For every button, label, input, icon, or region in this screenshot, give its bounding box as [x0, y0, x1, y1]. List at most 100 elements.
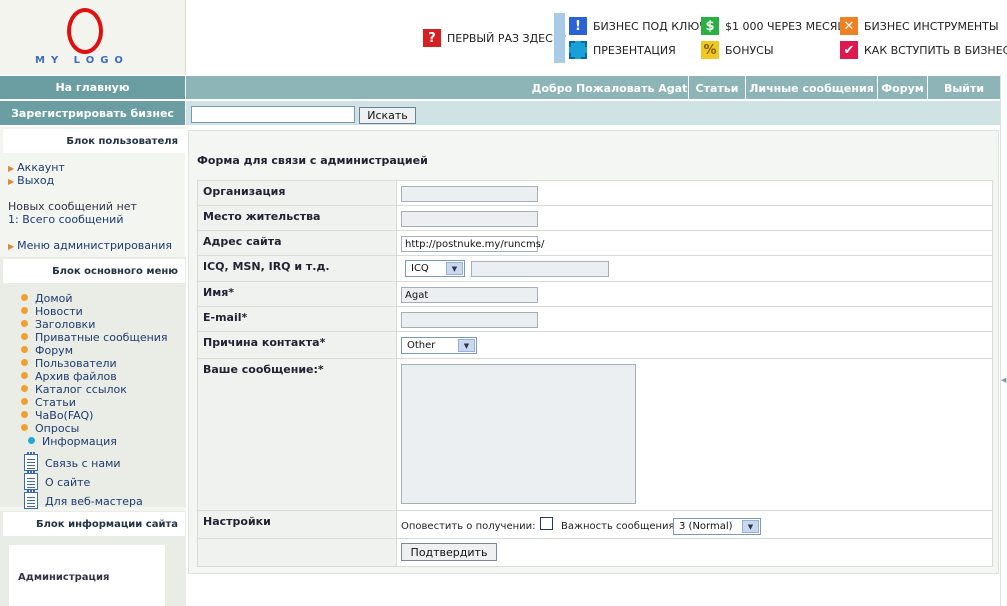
- submenu-contact[interactable]: Связь с нами: [24, 452, 121, 471]
- total-messages-link[interactable]: 1: Всего сообщений: [8, 213, 123, 226]
- email-field[interactable]: [401, 312, 538, 328]
- logout-label: Выход: [17, 174, 55, 187]
- bullet-icon: [21, 333, 28, 340]
- settings-cell: Оповестить о получении: Важность сообщен…: [398, 511, 992, 538]
- bullet-icon: [21, 411, 28, 418]
- admin-label: Администрация: [18, 572, 110, 583]
- register-business-link[interactable]: Зарегистрировать бизнес: [0, 101, 186, 125]
- site-header: MY LOGO ? ПЕРВЫЙ РАЗ ЗДЕСЬ? ! БИЗНЕС ПОД…: [0, 0, 1007, 75]
- name-input[interactable]: Agat: [401, 287, 538, 303]
- nav-forum[interactable]: Форум: [877, 76, 927, 101]
- reason-cell: Other ▼: [398, 332, 992, 358]
- header-link-tools[interactable]: ✕ БИЗНЕС ИНСТРУМЕНТЫ: [840, 17, 999, 35]
- menu-item-label: Пользователи: [35, 357, 117, 370]
- menu-item-info[interactable]: Информация: [28, 435, 117, 448]
- exclamation-icon: !: [569, 17, 587, 35]
- priority-label: Важность сообщения: [561, 521, 675, 532]
- header-link-label: ПРЕЗЕНТАЦИЯ: [593, 43, 676, 57]
- bullet-icon: [21, 294, 28, 301]
- form-row-website: Адрес сайта http://postnuke.my/runcms/: [198, 231, 992, 256]
- header-link-turnkey[interactable]: ! БИЗНЕС ПОД КЛЮЧ: [569, 17, 707, 35]
- account-link[interactable]: ▶ Аккаунт: [8, 161, 65, 174]
- form-row-im: ICQ, MSN, IRQ и т.д. ICQ ▼: [198, 256, 992, 282]
- submit-cell: Подтвердить: [398, 539, 992, 566]
- logo[interactable]: MY LOGO: [0, 0, 186, 75]
- priority-select[interactable]: 3 (Normal) ▼: [673, 518, 761, 535]
- im-cell: ICQ ▼: [398, 256, 992, 281]
- first-time-label: ПЕРВЫЙ РАЗ ЗДЕСЬ?: [447, 31, 567, 45]
- menu-item-links[interactable]: Каталог ссылок: [21, 383, 127, 396]
- website-input[interactable]: http://postnuke.my/runcms/: [401, 236, 544, 252]
- reason-select[interactable]: Other ▼: [401, 337, 477, 354]
- im-input[interactable]: [471, 261, 609, 277]
- message-label: Ваше сообщение:*: [198, 359, 397, 510]
- document-icon: [24, 452, 38, 471]
- bullet-icon: [21, 424, 28, 431]
- bullet-icon: [28, 437, 35, 444]
- header-link-label: $1 000 ЧЕРЕЗ МЕСЯЦ: [725, 19, 846, 33]
- admin-card: Администрация: [9, 545, 165, 606]
- bullet-icon: [21, 372, 28, 379]
- menu-item-downloads[interactable]: Архив файлов: [21, 370, 117, 383]
- message-cell: [398, 359, 992, 510]
- account-label: Аккаунт: [17, 161, 65, 174]
- menu-item-label: Архив файлов: [35, 370, 117, 383]
- site-info-title: Блок информации сайта: [3, 512, 185, 536]
- submit-button[interactable]: Подтвердить: [401, 543, 497, 561]
- arrow-icon: ▶: [8, 242, 15, 251]
- chevron-down-icon: ▼: [458, 339, 475, 352]
- first-time-link[interactable]: ? ПЕРВЫЙ РАЗ ЗДЕСЬ?: [423, 29, 566, 47]
- organization-input[interactable]: [401, 186, 538, 202]
- search-input[interactable]: [191, 106, 355, 123]
- nav-home[interactable]: На главную: [0, 76, 186, 99]
- header-link-presentation[interactable]: ПРЕЗЕНТАЦИЯ: [569, 41, 676, 59]
- menu-item-forum[interactable]: Форум: [21, 344, 73, 357]
- menu-item-label: Новости: [35, 305, 83, 318]
- bullet-icon: [21, 346, 28, 353]
- menu-item-home[interactable]: Домой: [21, 292, 73, 305]
- nav-articles[interactable]: Статьи: [688, 76, 745, 101]
- contact-form-panel: Форма для связи с администрацией Организ…: [188, 130, 999, 574]
- name-label: Имя*: [198, 282, 397, 306]
- admin-menu-link[interactable]: ▶ Меню администрирования: [8, 239, 172, 252]
- nav-logout[interactable]: Выйти: [927, 76, 1000, 101]
- notify-checkbox[interactable]: [540, 517, 553, 530]
- form-row-residence: Место жительства: [198, 206, 992, 231]
- question-icon: ?: [423, 29, 441, 47]
- priority-value: 3 (Normal): [679, 521, 733, 532]
- menu-item-faq[interactable]: ЧаВо(FAQ): [21, 409, 93, 422]
- menu-item-users[interactable]: Пользователи: [21, 357, 117, 370]
- header-link-join[interactable]: ✔ КАК ВСТУПИТЬ В БИЗНЕС: [840, 41, 1007, 59]
- menu-item-articles[interactable]: Статьи: [21, 396, 76, 409]
- dollar-icon: $: [701, 17, 719, 35]
- arrow-icon: ▶: [8, 164, 15, 173]
- header-link-label: КАК ВСТУПИТЬ В БИЗНЕС: [864, 43, 1007, 57]
- scroll-arrow-icon[interactable]: ◀: [1001, 376, 1006, 384]
- form-title: Форма для связи с администрацией: [197, 154, 428, 167]
- reason-value: Other: [407, 340, 436, 351]
- submenu-about[interactable]: О сайте: [24, 471, 90, 490]
- menu-item-private-messages[interactable]: Приватные сообщения: [21, 331, 168, 344]
- search-button[interactable]: Искать: [359, 107, 416, 124]
- film-icon: [569, 41, 587, 59]
- logout-link[interactable]: ▶ Выход: [8, 174, 54, 187]
- header-link-bonus[interactable]: % БОНУСЫ: [701, 41, 774, 59]
- header-link-income[interactable]: $ $1 000 ЧЕРЕЗ МЕСЯЦ: [701, 17, 846, 35]
- nav-welcome[interactable]: Добро Пожаловать Agat: [531, 76, 688, 101]
- im-type-select[interactable]: ICQ ▼: [405, 260, 465, 277]
- form-row-organization: Организация: [198, 181, 992, 206]
- residence-input[interactable]: [401, 211, 538, 227]
- form-row-submit: Подтвердить: [198, 539, 992, 566]
- menu-item-news[interactable]: Новости: [21, 305, 83, 318]
- menu-item-polls[interactable]: Опросы: [21, 422, 79, 435]
- menu-item-label: Заголовки: [35, 318, 96, 331]
- nav-messages[interactable]: Личные сообщения: [745, 76, 877, 101]
- user-block-title: Блок пользователя: [3, 129, 185, 153]
- menu-item-headlines[interactable]: Заголовки: [21, 318, 95, 331]
- scrollbar[interactable]: [1000, 75, 1007, 606]
- message-textarea[interactable]: [401, 364, 636, 504]
- submenu-webmaster[interactable]: Для веб-мастера: [24, 490, 143, 509]
- residence-label: Место жительства: [198, 206, 397, 230]
- im-label: ICQ, MSN, IRQ и т.д.: [198, 256, 397, 281]
- menu-item-label: Статьи: [35, 396, 76, 409]
